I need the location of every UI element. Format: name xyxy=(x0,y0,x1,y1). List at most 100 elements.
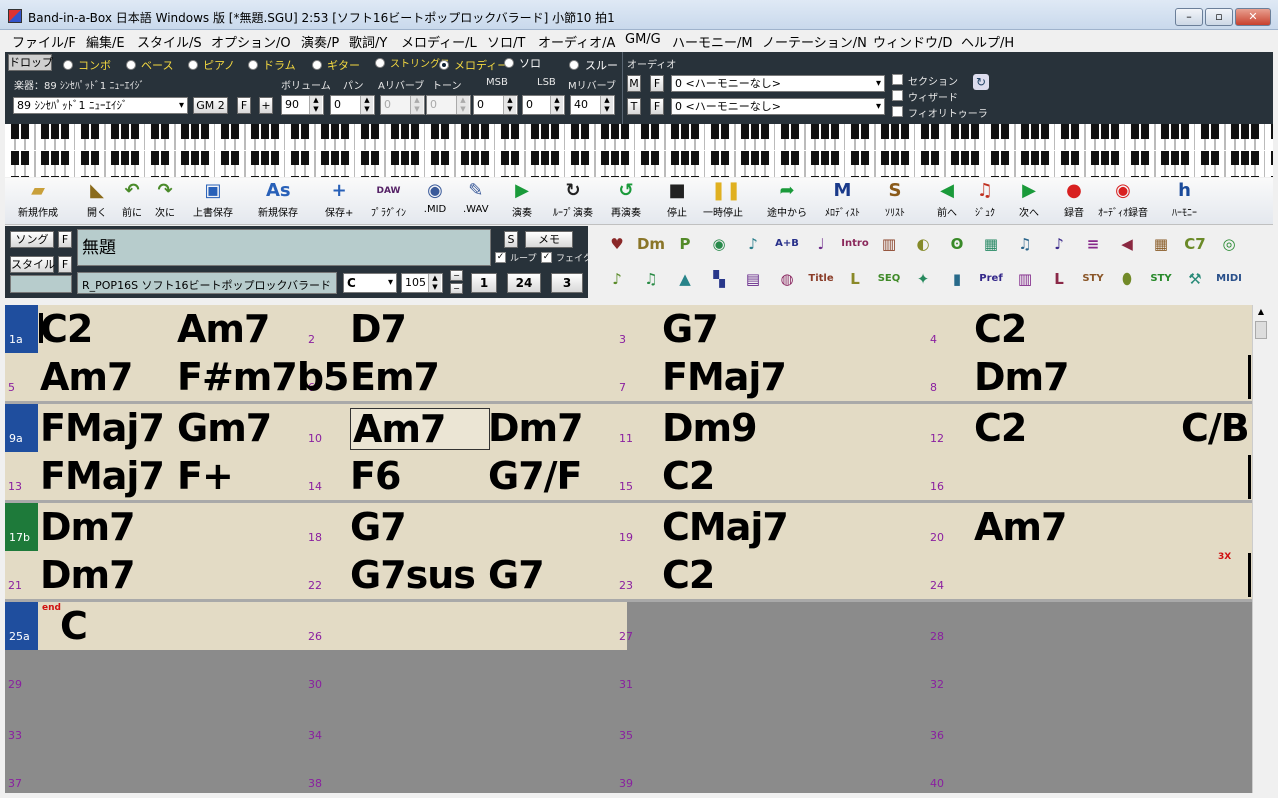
chord-symbol[interactable]: C/B xyxy=(1181,408,1250,448)
chord-symbol[interactable]: G7/F xyxy=(488,456,582,496)
list-icon[interactable]: ≡ xyxy=(1078,229,1108,259)
fake-checkbox[interactable]: ✓ xyxy=(541,252,552,263)
chord-symbol[interactable]: F+ xyxy=(177,456,234,496)
chord-symbol[interactable]: C2 xyxy=(40,309,93,349)
sty-icon[interactable]: STY xyxy=(1078,264,1108,294)
style-button[interactable]: スタイル xyxy=(10,256,55,273)
chord-symbol[interactable]: C2 xyxy=(974,309,1027,349)
menu-play[interactable]: 演奏/P xyxy=(301,32,339,51)
radio-combo[interactable] xyxy=(63,60,73,70)
guitar-heart-icon[interactable]: ♥ xyxy=(602,229,632,259)
player-icon[interactable]: ✦ xyxy=(908,264,938,294)
chord-dm-icon[interactable]: Dm xyxy=(636,229,666,259)
chord-symbol[interactable]: Am7 xyxy=(40,357,133,397)
chord-symbol[interactable]: D7 xyxy=(350,309,407,349)
chord-symbol[interactable]: Dm7 xyxy=(974,357,1070,397)
toolbar-new-file-button[interactable]: ▰ 新規作成 xyxy=(18,180,58,224)
radio-bass[interactable] xyxy=(126,60,136,70)
chord-symbol[interactable]: F6 xyxy=(350,456,401,496)
harmony2-select[interactable]: 0 <ハーモニーなし> xyxy=(671,98,885,115)
p-icon[interactable]: P xyxy=(670,229,700,259)
end-bar-button[interactable]: 24 xyxy=(507,273,541,293)
maximize-button[interactable]: ▫ xyxy=(1205,8,1233,26)
s-button[interactable]: S xyxy=(504,231,518,248)
radio-thru[interactable] xyxy=(569,60,579,70)
gm2-button[interactable]: GM 2 xyxy=(193,97,228,114)
audio-wave-icon[interactable]: ▚ xyxy=(704,264,734,294)
refresh-icon[interactable]: ↻ xyxy=(973,74,989,90)
style-f-button[interactable]: F xyxy=(58,256,72,273)
chord-symbol[interactable]: G7 xyxy=(350,507,407,547)
menu-lyrics[interactable]: 歌詞/Y xyxy=(349,32,387,51)
toolbar-loop-play-button[interactable]: ↻ ﾙｰﾌﾟ演奏 xyxy=(553,180,593,224)
menu-harmony[interactable]: ハーモニー/M xyxy=(672,32,753,51)
toolbar-melodist-button[interactable]: M ﾒﾛﾃﾞｨｽﾄ xyxy=(825,180,860,224)
harmony2-f-button[interactable]: F xyxy=(650,98,664,115)
section-marker[interactable]: 1a xyxy=(5,305,38,353)
mreverb-spinner[interactable]: 40 xyxy=(570,95,615,115)
style-name-field[interactable]: R_POP16S ソフト16ビートポップロックバラード xyxy=(77,272,337,294)
section-marker[interactable]: 17b xyxy=(5,503,38,551)
title-icon[interactable]: Title xyxy=(806,264,836,294)
ear-icon[interactable]: ʘ xyxy=(942,229,972,259)
chord-symbol[interactable]: G7 xyxy=(662,309,719,349)
menu-options[interactable]: オプション/O xyxy=(211,32,291,51)
fioritura-checkbox[interactable] xyxy=(892,106,903,117)
chord-symbol[interactable]: Dm9 xyxy=(662,408,758,448)
sty-edit-icon[interactable]: STY xyxy=(1146,264,1176,294)
menu-edit[interactable]: 編集/E xyxy=(86,32,125,51)
song-title-field[interactable]: 無題 xyxy=(77,229,491,266)
waveform-icon[interactable]: ▦ xyxy=(976,229,1006,259)
toolbar-save-as-button[interactable]: As 新規保存 xyxy=(258,180,298,224)
toolbar-wav-file-button[interactable]: ✎ .WAV xyxy=(463,180,489,224)
toolbar-soloist-button[interactable]: S ｿﾘｽﾄ xyxy=(883,180,907,224)
chord-symbol[interactable]: FMaj7 xyxy=(40,456,165,496)
minimize-button[interactable]: – xyxy=(1175,8,1203,26)
f-button[interactable]: F xyxy=(237,97,251,114)
chord-symbol[interactable]: Am7 xyxy=(177,309,270,349)
radio-piano[interactable] xyxy=(188,60,198,70)
chord-symbol[interactable]: Dm7 xyxy=(488,408,584,448)
song-f-button[interactable]: F xyxy=(58,231,72,248)
tempo-spinner[interactable]: 105 xyxy=(401,273,443,293)
radio-guitar[interactable] xyxy=(312,60,322,70)
chord-symbol[interactable]: Em7 xyxy=(350,357,440,397)
toolbar-daw-plugin-button[interactable]: DAW ﾌﾟﾗｸﾞｲﾝ xyxy=(371,180,406,224)
chord-symbol[interactable]: C2 xyxy=(662,456,715,496)
radio-solo[interactable] xyxy=(504,58,514,68)
toolbar-replay-button[interactable]: ↺ 再演奏 xyxy=(611,180,641,224)
seq-icon[interactable]: SEQ xyxy=(874,264,904,294)
plus-button[interactable]: + xyxy=(259,97,273,114)
toolbar-play-from-button[interactable]: ➦ 途中から xyxy=(767,180,807,224)
a-plus-b-icon[interactable]: A+B xyxy=(772,229,802,259)
notes-g7-icon[interactable]: ♫ xyxy=(1010,229,1040,259)
menu-file[interactable]: ファイル/F xyxy=(12,32,76,51)
scroll-thumb[interactable] xyxy=(1255,321,1267,339)
vertical-scrollbar[interactable]: ▲ xyxy=(1252,305,1269,793)
toolbar-jukebox-button[interactable]: ♫ ｼﾞｭｸ xyxy=(973,180,997,224)
green-note-icon[interactable]: ♫ xyxy=(636,264,666,294)
pill-icon[interactable]: ⬮ xyxy=(1112,264,1142,294)
harmony1-select[interactable]: 0 <ハーモニーなし> xyxy=(671,75,885,92)
instrument-select[interactable]: 89 ｼﾝｾﾊﾟｯﾄﾞ1 ﾆｭｰｴｲｼﾞ xyxy=(13,97,188,114)
radio-melody[interactable] xyxy=(439,60,449,70)
toolbar-open-folder-button[interactable]: ◣ 開く xyxy=(85,180,109,224)
guitar-icon[interactable]: ♩ xyxy=(806,229,836,259)
menu-style[interactable]: スタイル/S xyxy=(137,32,202,51)
toolbar-next-song-button[interactable]: ↷ 次に xyxy=(153,180,177,224)
printer-icon[interactable]: ▤ xyxy=(738,264,768,294)
chord-symbol[interactable]: F#m7b5 xyxy=(177,357,349,397)
piano-keys-icon[interactable]: ▥ xyxy=(874,229,904,259)
lemon-icon[interactable]: ◐ xyxy=(908,229,938,259)
chord-symbol[interactable]: Am7 xyxy=(974,507,1067,547)
l-icon[interactable]: L xyxy=(840,264,870,294)
tone-spinner[interactable]: 0 xyxy=(426,95,471,115)
midi-icon[interactable]: MIDI xyxy=(1214,264,1244,294)
toolbar-stop-button[interactable]: ■ 停止 xyxy=(665,180,689,224)
chord-symbol[interactable]: Dm7 xyxy=(40,507,136,547)
close-button[interactable]: ✕ xyxy=(1235,8,1271,26)
m-button[interactable]: M xyxy=(627,75,641,92)
tempo-minus-button[interactable]: − xyxy=(450,283,463,294)
pan-spinner[interactable]: 0 xyxy=(330,95,375,115)
song-button[interactable]: ソング xyxy=(10,231,54,248)
